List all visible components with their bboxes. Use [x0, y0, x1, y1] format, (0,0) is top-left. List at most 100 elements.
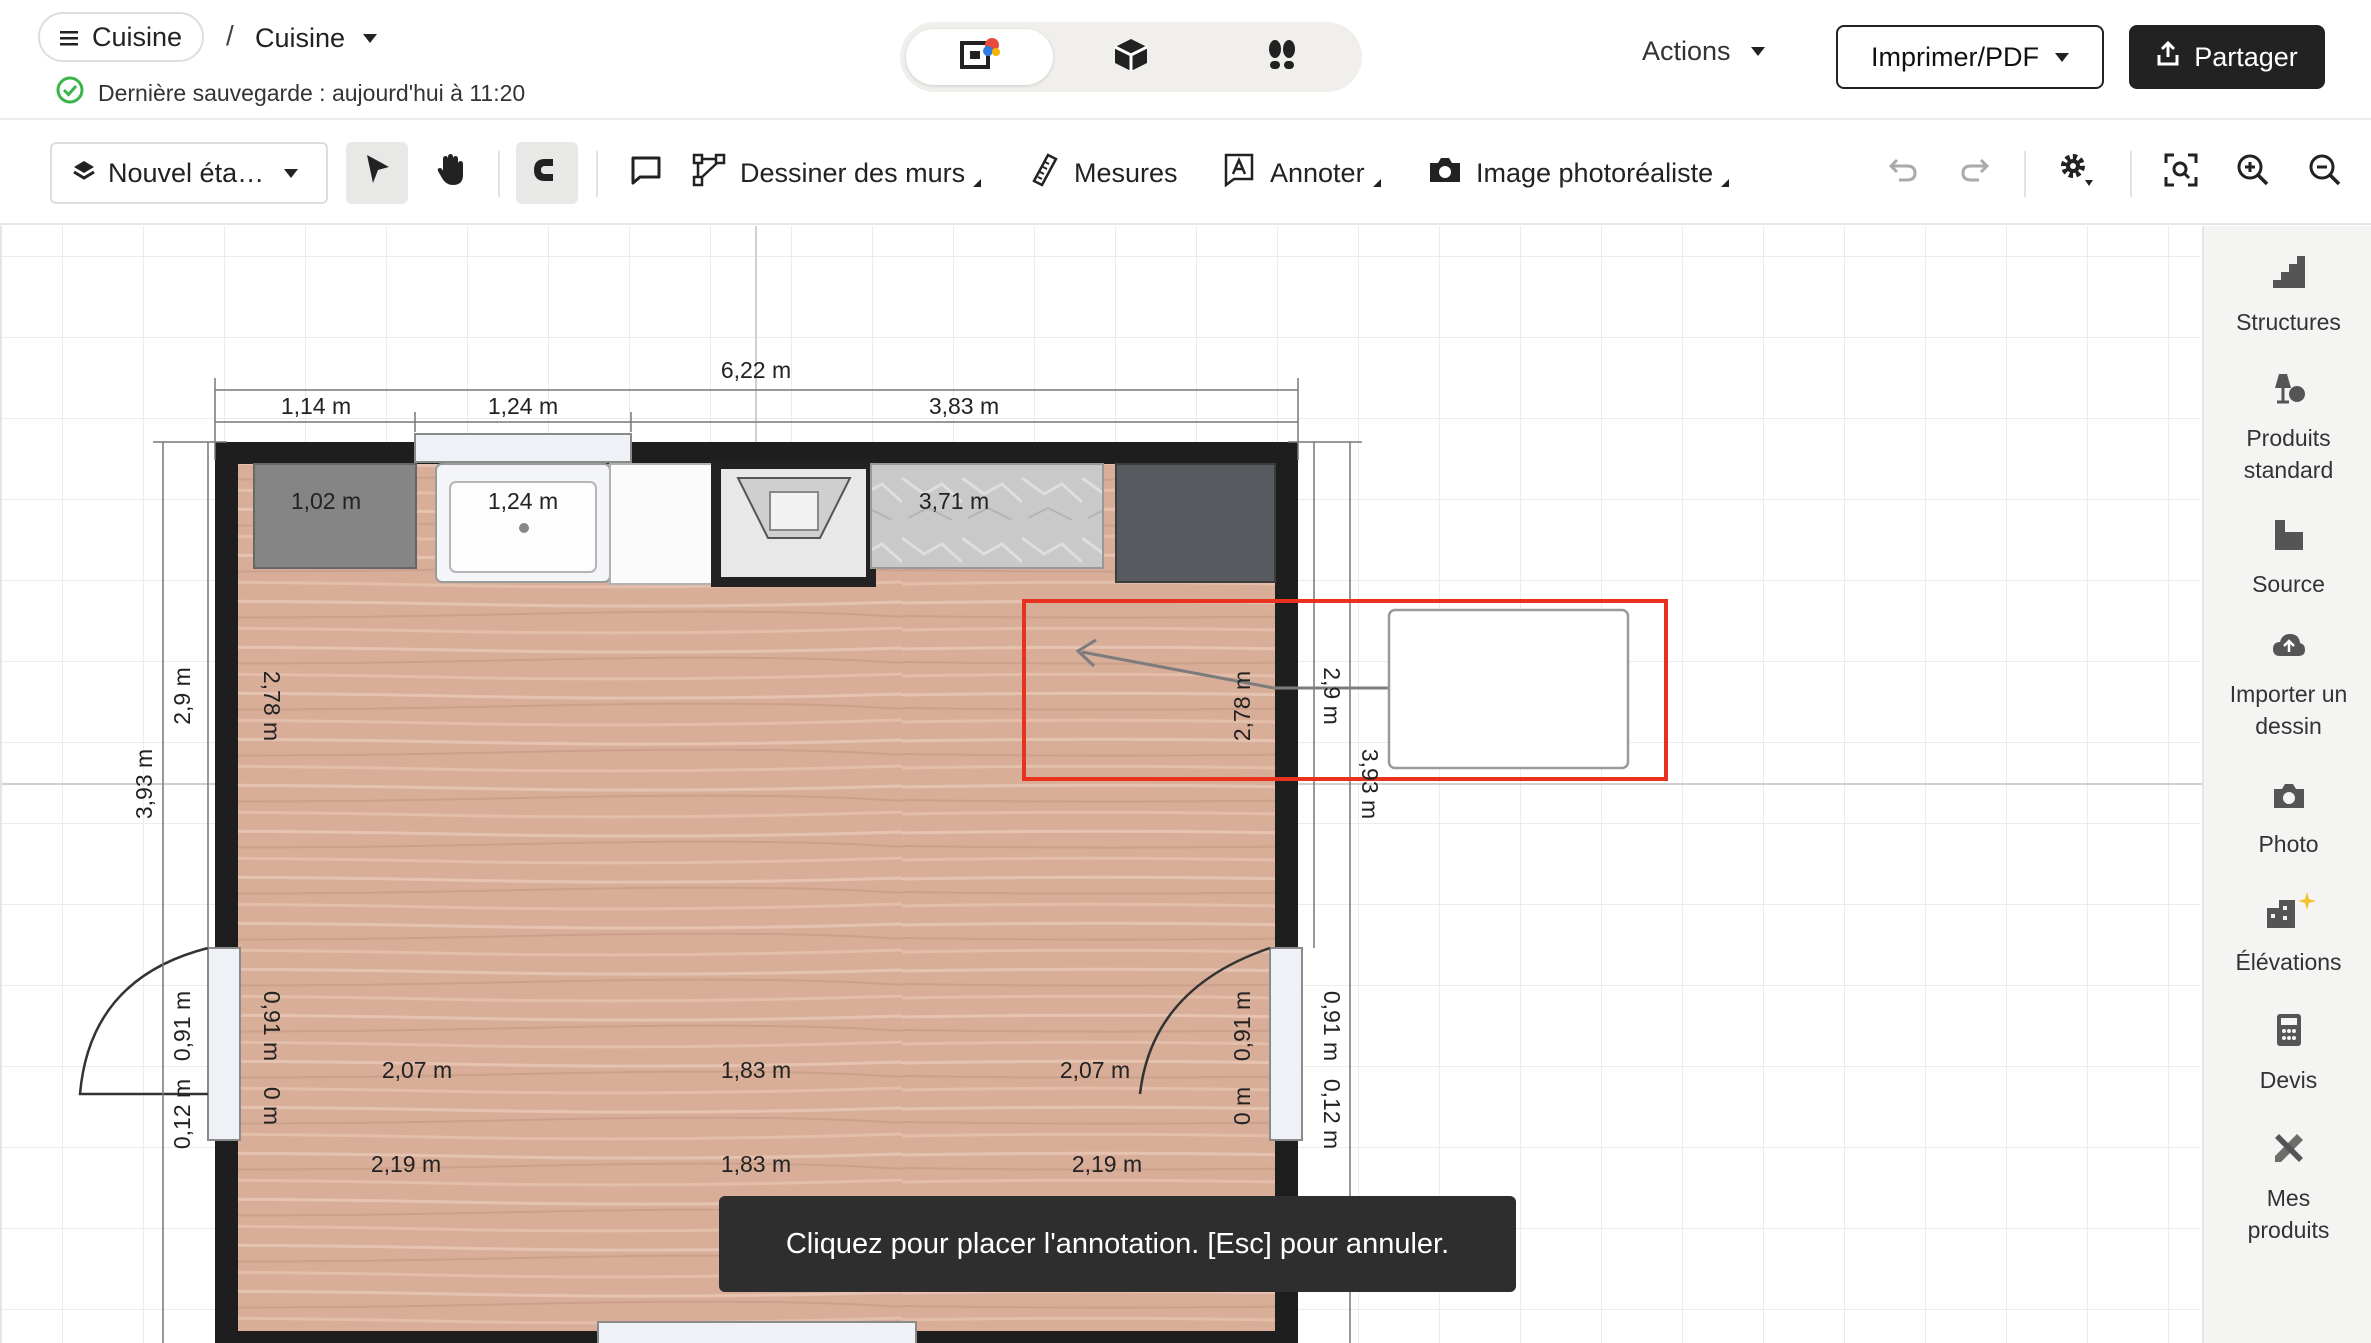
chair-lamp-icon — [2271, 370, 2307, 414]
dim-inner-2: 1,24 m — [488, 488, 558, 514]
dim-zero-left: 0 m — [259, 1087, 285, 1125]
print-pdf-button[interactable]: Imprimer/PDF — [1836, 25, 2104, 89]
dim-zero-right: 0 m — [1229, 1087, 1255, 1125]
project-menu-button[interactable]: Cuisine — [38, 12, 205, 62]
toolbar-divider — [2024, 151, 2026, 197]
actions-menu[interactable]: Actions — [1642, 36, 1765, 67]
share-button[interactable]: Partager — [2129, 25, 2325, 89]
camera-icon — [2271, 780, 2307, 820]
zoom-fit-button[interactable] — [2150, 142, 2212, 204]
sidebar-item-photo[interactable]: Photo — [2204, 780, 2371, 860]
right-door-frame[interactable] — [1269, 947, 1303, 1141]
sidebar-item-quote[interactable]: Devis — [2204, 1012, 2371, 1096]
chevron-down-icon — [2055, 52, 2069, 62]
dim-left-outer: 3,93 m — [131, 749, 157, 819]
dim-left-seg: 2,9 m — [169, 667, 195, 725]
breadcrumb-separator: / — [226, 20, 234, 51]
cube-icon — [1112, 36, 1150, 79]
project-name: Cuisine — [92, 21, 183, 52]
sidebar-item-my-products[interactable]: Mes produits — [2204, 1130, 2371, 1247]
dim-overall-top: 6,22 m — [721, 357, 791, 383]
base-cabinet[interactable] — [253, 463, 417, 569]
chevron-down-icon — [363, 33, 378, 43]
submenu-corner-icon — [973, 179, 982, 187]
current-room-name: Cuisine — [255, 22, 346, 53]
dishwasher[interactable] — [609, 463, 717, 585]
sidebar-item-label: Photo — [2258, 831, 2319, 858]
calculator-icon — [2274, 1012, 2304, 1056]
dim-bottom-outer-1: 2,19 m — [371, 1151, 441, 1177]
dim-bottom-inner-3: 2,07 m — [1060, 1057, 1130, 1083]
view-walkthrough-button[interactable] — [1209, 29, 1356, 85]
select-tool-button[interactable] — [346, 142, 408, 204]
dim-door-left-inner: 0,91 m — [259, 991, 285, 1061]
pan-tool-button[interactable] — [420, 142, 482, 204]
photoreal-image-button[interactable]: Image photoréaliste — [1428, 142, 1730, 204]
annotate-label: Annoter — [1270, 157, 1365, 188]
toolbar-divider — [596, 151, 598, 197]
dim-door-left-outer: 0,91 m — [169, 991, 195, 1061]
floor-plan-drawing: 6,22 m 1,14 m 1,24 m 3,83 m 1,02 m 1,24 … — [2, 226, 2202, 1343]
dim-left-inner: 2,78 m — [259, 671, 285, 741]
comment-icon — [630, 155, 662, 192]
room-selector[interactable]: Cuisine — [255, 16, 378, 60]
view-3d-button[interactable] — [1057, 29, 1204, 85]
sidebar-item-elevations[interactable]: Élévations — [2204, 890, 2371, 978]
zoom-out-button[interactable] — [2294, 142, 2356, 204]
save-status: Dernière sauvegarde : aujourd'hui à 11:2… — [56, 76, 525, 110]
redo-button[interactable] — [1944, 142, 2006, 204]
sidebar-item-import-drawing[interactable]: Importer un dessin — [2204, 630, 2371, 743]
bottom-window[interactable] — [597, 1321, 917, 1343]
annotation-text-box[interactable] — [1387, 608, 1630, 770]
check-circle-icon — [56, 76, 84, 110]
comment-tool-button[interactable] — [615, 142, 677, 204]
pencil-ruler-icon — [2271, 1130, 2307, 1174]
zoom-out-icon — [2308, 153, 2342, 194]
dim-right-seg: 2,9 m — [1319, 667, 1345, 725]
cloud-upload-icon — [2271, 630, 2307, 670]
dim-bottom-outer-2: 1,83 m — [721, 1151, 791, 1177]
dim-door-right-outer: 0,91 m — [1319, 991, 1345, 1061]
measures-button[interactable]: Mesures — [1030, 142, 1178, 204]
magnet-icon — [531, 155, 563, 192]
submenu-corner-icon — [1372, 179, 1381, 187]
sidebar-item-structures[interactable]: Structures — [2204, 254, 2371, 338]
layers-icon — [72, 158, 96, 189]
sidebar-item-label: Importer un dessin — [2229, 681, 2348, 740]
dim-inner-3: 3,71 m — [919, 488, 989, 514]
building-icon — [2271, 516, 2307, 560]
right-sidebar: Structures Produits standard Source Impo… — [2202, 226, 2371, 1343]
view-2d-button[interactable] — [906, 29, 1054, 85]
sink-drain — [519, 523, 529, 533]
top-window[interactable] — [414, 433, 632, 463]
redo-icon — [1959, 156, 1991, 191]
floor-planner-app: { "header": { "project_name": "Cuisine",… — [0, 0, 2371, 1343]
sidebar-item-label: Produits standard — [2243, 425, 2334, 484]
share-label: Partager — [2194, 41, 2298, 72]
dim-top-seg-3: 3,83 m — [929, 393, 999, 419]
dim-bottom-left-small: 0,12 m — [169, 1079, 195, 1149]
plan-canvas[interactable]: 6,22 m 1,14 m 1,24 m 3,83 m 1,02 m 1,24 … — [0, 226, 2202, 1343]
save-status-text: Dernière sauvegarde : aujourd'hui à 11:2… — [98, 79, 526, 106]
left-door-frame[interactable] — [207, 947, 241, 1141]
fridge[interactable] — [1115, 463, 1276, 583]
annotate-button[interactable]: Annoter — [1222, 142, 1381, 204]
sidebar-item-standard-products[interactable]: Produits standard — [2204, 370, 2371, 487]
print-label: Imprimer/PDF — [1871, 41, 2039, 72]
polyline-nodes-icon — [692, 153, 726, 194]
footsteps-icon — [1263, 36, 1301, 79]
level-label: Nouvel éta… — [108, 157, 265, 188]
draw-walls-button[interactable]: Dessiner des murs — [692, 142, 982, 204]
elevation-sparkle-icon — [2261, 890, 2317, 938]
toolbar-divider — [498, 151, 500, 197]
hamburger-icon — [60, 22, 78, 53]
sidebar-item-source[interactable]: Source — [2204, 516, 2371, 600]
hand-icon — [435, 153, 467, 194]
level-selector[interactable]: Nouvel éta… — [50, 142, 328, 204]
magnet-snap-button[interactable] — [516, 142, 578, 204]
settings-button[interactable] — [2046, 142, 2108, 204]
marble-counter[interactable] — [870, 463, 1104, 569]
top-header: Cuisine / Cuisine Dernière sauvegarde : … — [0, 0, 2371, 120]
undo-button[interactable] — [1872, 142, 1934, 204]
zoom-in-button[interactable] — [2222, 142, 2284, 204]
